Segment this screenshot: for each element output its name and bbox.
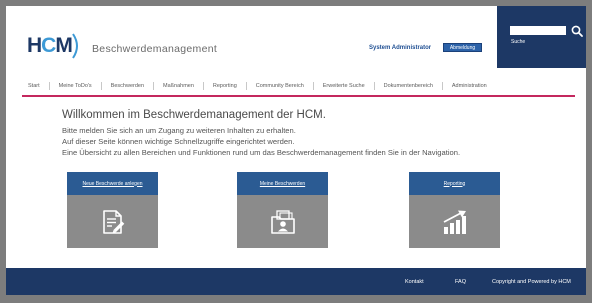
tile-header[interactable]: Meine Beschwerden <box>237 172 328 195</box>
logo-letter-h: H <box>27 34 42 57</box>
tile-my-complaints: Meine Beschwerden <box>237 172 328 248</box>
hcm-logo[interactable]: HCM <box>27 34 73 58</box>
tile-link-my-complaints[interactable]: Meine Beschwerden <box>260 181 305 187</box>
current-user[interactable]: System Administrator <box>369 45 431 52</box>
tile-link-new-complaint[interactable]: Neue Beschwerde anlegen <box>82 181 142 187</box>
footer-copyright[interactable]: Copyright and Powered by HCM <box>492 279 571 286</box>
tile-body[interactable] <box>67 195 158 248</box>
search-icon[interactable] <box>571 25 583 37</box>
search-panel <box>497 6 586 68</box>
logo-letter-m: M <box>55 34 72 57</box>
nav-item-administration[interactable]: Administration <box>441 82 496 90</box>
search-input[interactable] <box>510 26 566 35</box>
folder-user-icon <box>270 209 295 234</box>
logout-button[interactable]: Abmeldung <box>443 43 482 52</box>
footer-link-contact[interactable]: Kontakt <box>405 279 424 286</box>
nav-item-reporting[interactable]: Reporting <box>202 82 246 90</box>
tile-link-reporting[interactable]: Reporting <box>444 181 466 187</box>
intro-line: Auf dieser Seite können wichtige Schnell… <box>62 137 295 146</box>
nav-item-start[interactable]: Start <box>25 82 49 90</box>
app-title: Beschwerdemanagement <box>92 43 218 55</box>
page-title: Willkommen im Beschwerdemanagement der H… <box>62 109 326 121</box>
footer-link-faq[interactable]: FAQ <box>455 279 466 286</box>
nav-item-advanced-search[interactable]: Erweiterte Suche <box>312 82 374 90</box>
tile-reporting: Reporting <box>409 172 500 248</box>
main-navigation: Start Meine ToDo's Beschwerden Maßnahmen… <box>25 82 496 90</box>
logo-letter-c: C <box>41 34 56 57</box>
intro-line: Bitte melden Sie sich an um Zugang zu we… <box>62 126 296 135</box>
nav-item-documents[interactable]: Dokumentenbereich <box>373 82 442 90</box>
tile-new-complaint: Neue Beschwerde anlegen <box>67 172 158 248</box>
tile-header[interactable]: Neue Beschwerde anlegen <box>67 172 158 195</box>
logo-swoosh-icon <box>72 33 78 59</box>
nav-item-measures[interactable]: Maßnahmen <box>153 82 203 90</box>
chart-growth-icon <box>443 210 466 234</box>
nav-divider <box>22 95 575 97</box>
intro-line: Eine Übersicht zu allen Bereichen und Fu… <box>62 148 461 157</box>
tile-body[interactable] <box>409 195 500 248</box>
document-edit-icon <box>102 209 124 234</box>
nav-item-my-todos[interactable]: Meine ToDo's <box>48 82 101 90</box>
nav-item-community[interactable]: Community Bereich <box>245 82 313 90</box>
tile-body[interactable] <box>237 195 328 248</box>
nav-item-complaints[interactable]: Beschwerden <box>100 82 153 90</box>
tile-header[interactable]: Reporting <box>409 172 500 195</box>
search-label: Suche <box>511 39 526 45</box>
